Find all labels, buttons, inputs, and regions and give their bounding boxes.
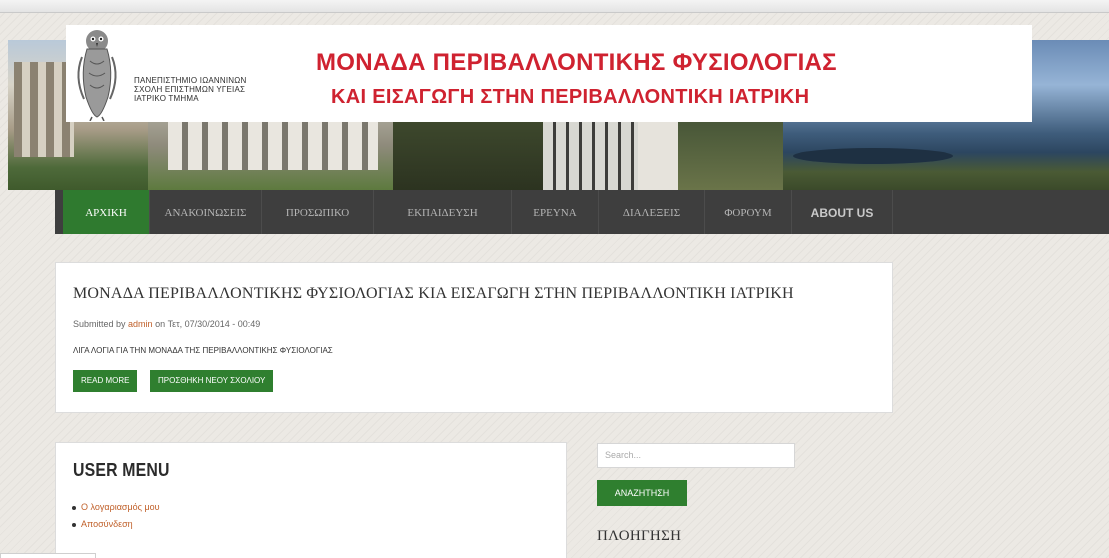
search-input[interactable]: Search...	[597, 443, 795, 468]
owl-logo-icon	[77, 30, 117, 121]
read-more-button[interactable]: READ MORE	[73, 370, 138, 392]
author-link[interactable]: admin	[128, 319, 153, 329]
article-date: on Τετ, 07/30/2014 - 00:49	[155, 319, 261, 329]
university-name: ΠΑΝΕΠΙΣΤΗΜΙΟ ΙΩΑΝΝΙΝΩΝ ΣΧΟΛΗ ΕΠΙΣΤΗΜΩΝ Υ…	[134, 76, 247, 103]
site-logo-card[interactable]: ΠΑΝΕΠΙΣΤΗΜΙΟ ΙΩΑΝΝΙΝΩΝ ΣΧΟΛΗ ΕΠΙΣΤΗΜΩΝ Υ…	[66, 25, 1032, 122]
user-menu-list: Ο λογαριασμός μου Αποσύνδεση	[72, 499, 160, 533]
user-menu-block: USER MENU Ο λογαριασμός μου Αποσύνδεση	[55, 442, 567, 558]
site-title-line1: ΜΟΝΑΔΑ ΠΕΡΙΒΑΛΛΟΝΤΙΚΗΣ ΦΥΣΙΟΛΟΓΙΑΣ	[316, 49, 837, 76]
bullet-icon	[72, 522, 76, 527]
article-meta: Submitted by admin on Τετ, 07/30/2014 - …	[73, 319, 260, 329]
nav-item-staff[interactable]: ΠΡΟΣΩΠΙΚΟ	[262, 190, 373, 234]
article-title[interactable]: ΜΟΝΑΔΑ ΠΕΡΙΒΑΛΛΟΝΤΙΚΗΣ ΦΥΣΙΟΛΟΓΙΑΣ ΚΙΑ Ε…	[73, 285, 794, 303]
nav-item-about-us[interactable]: ABOUT US	[792, 190, 892, 234]
nav-item-home[interactable]: ΑΡΧΙΚΗ	[63, 190, 149, 234]
user-menu-title: USER MENU	[73, 460, 170, 480]
nav-divider	[892, 190, 893, 234]
submitted-label: Submitted by	[73, 319, 126, 329]
nav-item-announcements[interactable]: ΑΝΑΚΟΙΝΩΣΕΙΣ	[150, 190, 261, 234]
add-comment-button[interactable]: ΠΡΟΣΘΗΚΗ ΝΕΟΥ ΣΧΟΛΙΟΥ	[150, 370, 274, 392]
nav-item-research[interactable]: ΕΡΕΥΝΑ	[512, 190, 598, 234]
site-title-line2: ΚΑΙ ΕΙΣΑΓΩΓΗ ΣΤΗΝ ΠΕΡΙΒΑΛΛΟΝΤΙΚΗ ΙΑΤΡΙΚΗ	[331, 86, 810, 108]
article-card: ΜΟΝΑΔΑ ΠΕΡΙΒΑΛΛΟΝΤΙΚΗΣ ΦΥΣΙΟΛΟΓΙΑΣ ΚΙΑ Ε…	[55, 262, 893, 413]
bullet-icon	[72, 505, 76, 510]
user-menu-item-account[interactable]: Ο λογαριασμός μου	[72, 499, 160, 516]
browser-top-bar	[0, 0, 1109, 13]
search-button[interactable]: ΑΝΑΖΗΤΗΣΗ	[597, 480, 687, 506]
bottom-panel-tab	[0, 553, 96, 558]
nav-item-forum[interactable]: ΦΟΡΟΥΜ	[705, 190, 791, 234]
article-body: ΛΙΓΑ ΛΟΓΙΑ ΓΙΑ ΤΗΝ ΜΟΝΑΔΑ ΤΗΣ ΠΕΡΙΒΑΛΛΟΝ…	[73, 346, 333, 355]
nav-item-education[interactable]: ΕΚΠΑΙΔΕΥΣΗ	[374, 190, 511, 234]
user-menu-item-logout[interactable]: Αποσύνδεση	[72, 516, 160, 533]
main-navigation: ΑΡΧΙΚΗ ΑΝΑΚΟΙΝΩΣΕΙΣ ΠΡΟΣΩΠΙΚΟ ΕΚΠΑΙΔΕΥΣΗ…	[55, 190, 1109, 234]
navigation-heading: ΠΛΟΗΓΗΣΗ	[597, 528, 682, 544]
nav-item-lectures[interactable]: ΔΙΑΛΕΞΕΙΣ	[599, 190, 704, 234]
